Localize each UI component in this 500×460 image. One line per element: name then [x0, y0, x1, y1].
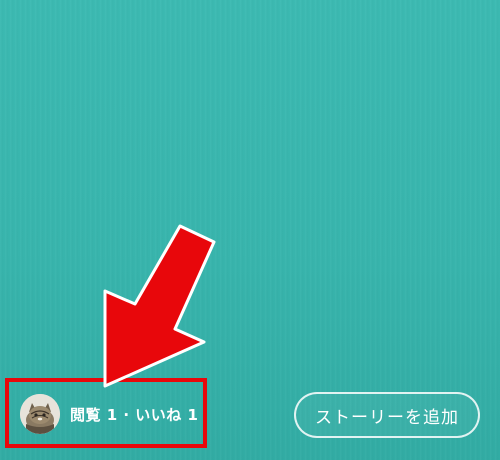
annotation-highlight-box	[5, 378, 207, 448]
add-story-button[interactable]: ストーリーを追加	[294, 392, 480, 438]
